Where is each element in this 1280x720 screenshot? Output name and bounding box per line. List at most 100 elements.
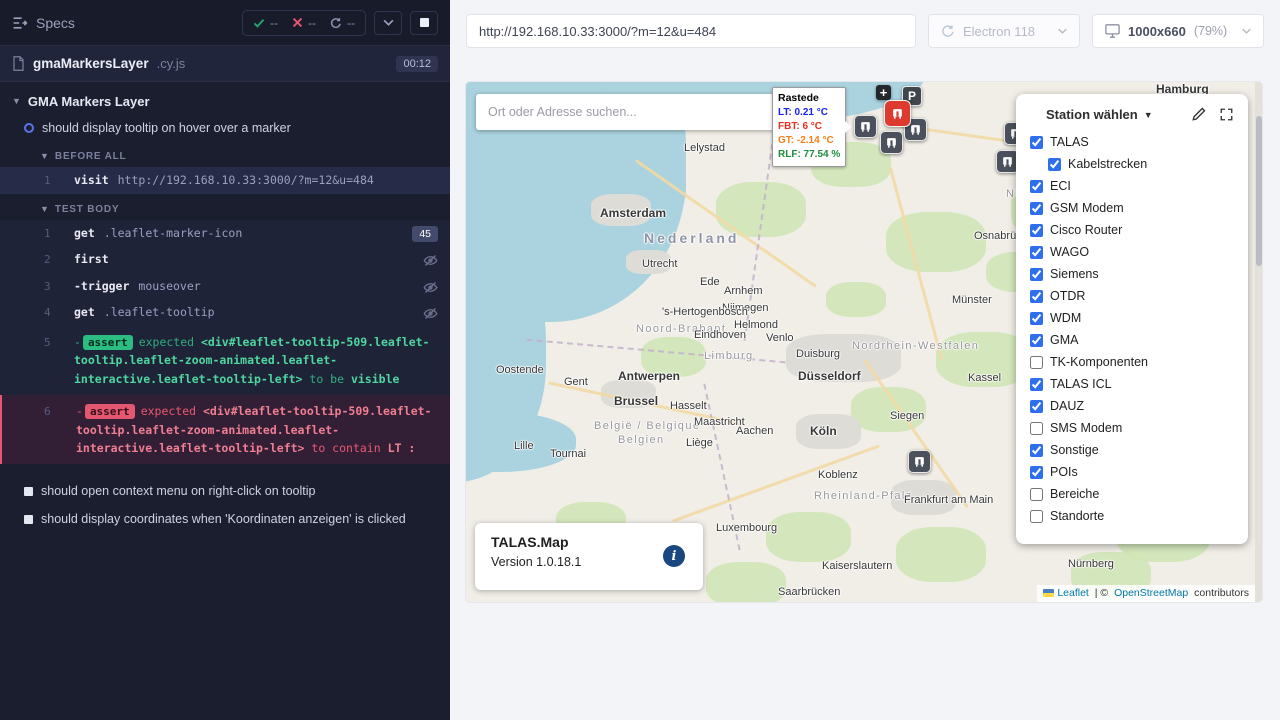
command-content: visithttp://192.168.10.33:3000/?m=12&u=4…: [74, 171, 450, 189]
command-row[interactable]: 4get.leaflet-tooltip: [0, 299, 450, 326]
command-row[interactable]: 2first: [0, 246, 450, 273]
queued-test-title: should open context menu on right-click …: [41, 484, 315, 498]
layer-item[interactable]: TALAS ICL: [1030, 376, 1234, 392]
station-panel-header: Station wählen ▼: [1030, 107, 1234, 122]
layer-checkbox[interactable]: [1030, 356, 1043, 369]
layer-item[interactable]: Bereiche: [1030, 486, 1234, 502]
layer-checkbox[interactable]: [1030, 180, 1043, 193]
active-test-row[interactable]: should display tooltip on hover over a m…: [0, 115, 450, 141]
section-label: TEST BODY: [55, 204, 119, 215]
command-row[interactable]: 3-triggermouseover: [0, 273, 450, 300]
osm-link[interactable]: OpenStreetMap: [1114, 587, 1188, 599]
scrollbar-thumb[interactable]: [1256, 116, 1262, 266]
section-header[interactable]: ▼BEFORE ALL: [0, 141, 450, 167]
layer-item[interactable]: WAGO: [1030, 244, 1234, 260]
element-count-badge: 45: [412, 226, 438, 242]
layer-item[interactable]: Kabelstrecken: [1048, 156, 1234, 172]
command-number: 6: [2, 402, 76, 421]
layer-item[interactable]: SMS Modem: [1030, 420, 1234, 436]
active-test-title: should display tooltip on hover over a m…: [42, 121, 291, 135]
layer-label: POIs: [1050, 465, 1078, 479]
layer-checkbox[interactable]: [1030, 136, 1043, 149]
url-input[interactable]: [469, 24, 913, 39]
section-header[interactable]: ▼TEST BODY: [0, 194, 450, 220]
spec-duration-badge: 00:12: [396, 56, 438, 72]
layer-item[interactable]: ECI: [1030, 178, 1234, 194]
layer-checkbox[interactable]: [1030, 488, 1043, 501]
leaflet-link[interactable]: Leaflet: [1057, 587, 1089, 599]
command-row[interactable]: 5-assertexpected <div#leaflet-tooltip-50…: [0, 326, 450, 395]
station-marker[interactable]: [908, 450, 931, 473]
layer-item[interactable]: Sonstige: [1030, 442, 1234, 458]
command-args: mouseover: [138, 279, 200, 293]
command-row[interactable]: 1visithttp://192.168.10.33:3000/?m=12&u=…: [0, 167, 450, 194]
command-content: -triggermouseover: [74, 277, 417, 295]
expand-icon[interactable]: [1219, 107, 1234, 122]
pending-stat: --: [330, 16, 355, 30]
collapse-runner-button[interactable]: [374, 11, 402, 35]
station-marker[interactable]: [854, 115, 877, 138]
layer-label: TALAS ICL: [1050, 377, 1112, 391]
layer-checkbox[interactable]: [1030, 268, 1043, 281]
layer-checkbox[interactable]: [1030, 422, 1043, 435]
layer-checkbox[interactable]: [1030, 312, 1043, 325]
layer-label: DAUZ: [1050, 399, 1084, 413]
queued-test-row[interactable]: should open context menu on right-click …: [0, 478, 450, 504]
cluster-expand-marker[interactable]: +: [876, 85, 891, 100]
layer-checkbox[interactable]: [1048, 158, 1061, 171]
layer-checkbox[interactable]: [1030, 290, 1043, 303]
assert-text: expected: [141, 404, 203, 418]
chevron-down-icon[interactable]: ▼: [1144, 110, 1153, 120]
layer-checkbox[interactable]: [1030, 510, 1043, 523]
layer-item[interactable]: GMA: [1030, 332, 1234, 348]
layer-checkbox[interactable]: [1030, 378, 1043, 391]
stop-tests-button[interactable]: [410, 11, 438, 35]
layer-label: WDM: [1050, 311, 1081, 325]
map-canvas[interactable]: GroningenOldenburgBremenHamburgFriesland…: [466, 82, 1262, 602]
layer-item[interactable]: WDM: [1030, 310, 1234, 326]
info-icon[interactable]: i: [663, 545, 685, 567]
assert-text: LT :: [388, 441, 416, 455]
refresh-icon: [330, 17, 342, 29]
specs-menu-button[interactable]: Specs: [12, 15, 75, 31]
passed-stat: --: [253, 16, 278, 30]
layer-item[interactable]: GSM Modem: [1030, 200, 1234, 216]
layer-checkbox[interactable]: [1030, 444, 1043, 457]
layer-item[interactable]: Cisco Router: [1030, 222, 1234, 238]
layer-checkbox[interactable]: [1030, 400, 1043, 413]
specs-menu-icon: [12, 16, 28, 30]
edit-pencil-icon[interactable]: [1191, 107, 1206, 122]
assert-text: expected: [139, 335, 201, 349]
active-station-marker[interactable]: [884, 100, 911, 127]
layer-item[interactable]: DAUZ: [1030, 398, 1234, 414]
page-scrollbar[interactable]: [1255, 82, 1262, 602]
spec-file-row[interactable]: gmaMarkersLayer .cy.js 00:12: [0, 46, 450, 82]
layer-checkbox[interactable]: [1030, 224, 1043, 237]
layer-checkbox[interactable]: [1030, 466, 1043, 479]
layer-item[interactable]: OTDR: [1030, 288, 1234, 304]
station-marker[interactable]: [880, 131, 903, 154]
reporter-header: Specs -- -- --: [0, 0, 450, 46]
station-tooltip[interactable]: Rastede LT: 0.21 °CFBT: 6 °CGT: -2.14 °C…: [772, 87, 846, 167]
command-row[interactable]: 1get.leaflet-marker-icon45: [0, 220, 450, 247]
layer-checkbox[interactable]: [1030, 246, 1043, 259]
chevron-down-icon: [1058, 28, 1067, 34]
map-search-input[interactable]: [480, 105, 772, 119]
command-args: .leaflet-marker-icon: [104, 226, 242, 240]
tooltip-value-line: GT: -2.14 °C: [778, 134, 840, 148]
layer-checkbox[interactable]: [1030, 202, 1043, 215]
layer-item[interactable]: TALAS: [1030, 134, 1234, 150]
browser-select[interactable]: Electron 118: [928, 14, 1080, 48]
layer-item[interactable]: Standorte: [1030, 508, 1234, 524]
layer-item[interactable]: Siemens: [1030, 266, 1234, 282]
queued-test-row[interactable]: should display coordinates when 'Koordin…: [0, 506, 450, 532]
layer-item[interactable]: TK-Komponenten: [1030, 354, 1234, 370]
command-row[interactable]: 6-assertexpected <div#leaflet-tooltip-50…: [0, 395, 450, 464]
layer-item[interactable]: POIs: [1030, 464, 1234, 480]
suite-row[interactable]: ▼ GMA Markers Layer: [0, 82, 450, 115]
assert-text: visible: [351, 372, 399, 386]
queued-tests: should open context menu on right-click …: [0, 478, 450, 532]
command-args: http://192.168.10.33:3000/?m=12&u=484: [118, 173, 374, 187]
viewport-select[interactable]: 1000x660 (79%): [1092, 14, 1264, 48]
layer-checkbox[interactable]: [1030, 334, 1043, 347]
